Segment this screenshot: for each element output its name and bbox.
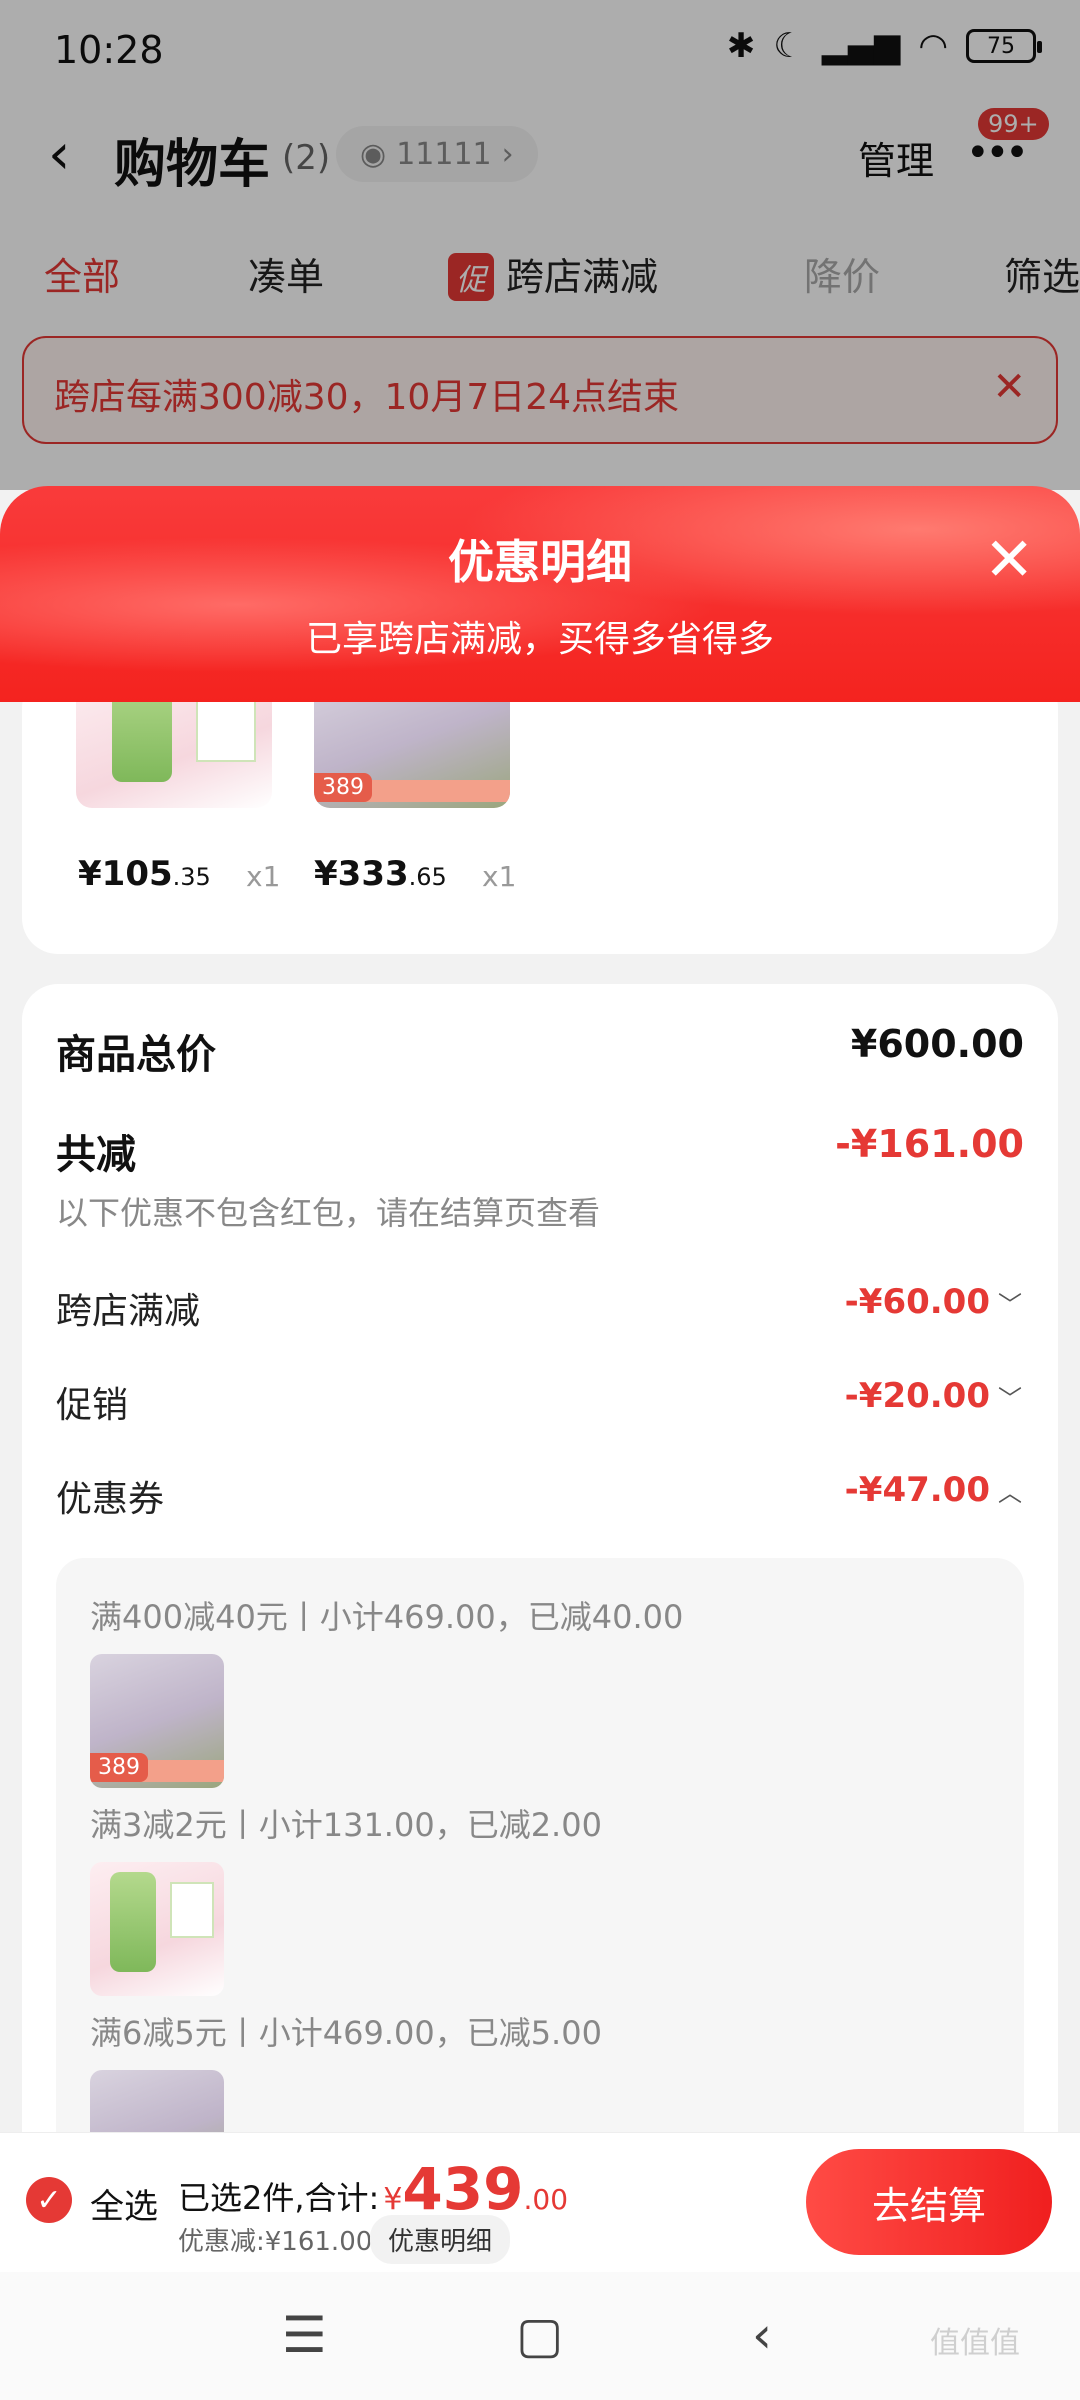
select-all-label[interactable]: 全选 (90, 2179, 158, 2228)
discount-text: 优惠减:¥161.00 (178, 2227, 373, 2257)
coupon-rule: 满6减5元丨小计469.00，已减5.00 (90, 2014, 602, 2052)
modal-overlay[interactable] (0, 0, 1080, 490)
discount-detail-button[interactable]: 优惠明细 (370, 2215, 511, 2264)
product-quantity: x1 (482, 860, 517, 893)
back-nav-icon[interactable]: ‹ (752, 2306, 772, 2364)
price-tag: 389 (314, 773, 372, 802)
promotion-value[interactable]: -¥20.00 ﹀ (845, 1376, 1022, 1416)
promotion-label: 促销 (56, 1385, 129, 1426)
chevron-down-icon: ﹀ (998, 1290, 1022, 1319)
coupon-product-image (90, 2070, 224, 2132)
coupon-breakdown: 满400减40元丨小计469.00，已减40.00 389 满3减2元丨小计13… (56, 1558, 1024, 2132)
coupon-value[interactable]: -¥47.00 ︿ (845, 1470, 1022, 1510)
reduce-value: -¥161.00 (835, 1122, 1024, 1166)
price-tag: 389 (90, 1753, 148, 1782)
coupon-amount: -¥47.00 (844, 1470, 990, 1510)
coupon-product-image (90, 1862, 224, 1996)
coupon-label: 优惠券 (56, 1479, 165, 1520)
watermark: 值值值 (930, 2326, 1020, 2361)
cross-store-amount: -¥60.00 (844, 1282, 990, 1322)
products-card: 389 ¥105.35 x1 ¥333.65 x1 (22, 702, 1058, 954)
reduce-note: 以下优惠不包含红包，请在结算页查看 (56, 1194, 601, 1232)
system-nav-bar: ☰ ▢ ‹ (0, 2272, 1080, 2400)
chevron-down-icon: ﹀ (998, 1384, 1022, 1413)
sheet-title: 优惠明细 (448, 535, 632, 589)
coupon-rule: 满400减40元丨小计469.00，已减40.00 (90, 1598, 684, 1636)
product-image-shoes: 389 (314, 702, 510, 808)
total-label: 商品总价 (56, 1032, 216, 1078)
product-price: ¥105.35 (78, 854, 211, 894)
total-decimals: .00 (523, 2183, 569, 2216)
total-line: 已选2件,合计: ¥ 439 .00 (178, 2155, 568, 2223)
sheet-subtitle: 已享跨店满减，买得多省得多 (305, 619, 774, 660)
total-amount: 439 (402, 2155, 524, 2223)
cross-store-label: 跨店满减 (56, 1291, 201, 1332)
close-icon[interactable]: ✕ (984, 530, 1034, 590)
select-all-checkbox[interactable]: ✓ (26, 2177, 72, 2223)
home-icon[interactable]: ▢ (516, 2306, 563, 2364)
selected-text: 已选2件,合计: (178, 2179, 380, 2217)
menu-icon[interactable]: ☰ (282, 2306, 327, 2364)
promotion-amount: -¥20.00 (844, 1376, 990, 1416)
coupon-rule: 满3减2元丨小计131.00，已减2.00 (90, 1806, 602, 1844)
checkout-button[interactable]: 去结算 (806, 2149, 1052, 2255)
discount-detail-card: 商品总价 ¥600.00 共减 -¥161.00 以下优惠不包含红包，请在结算页… (22, 984, 1058, 2132)
discount-sheet-header: 优惠明细 已享跨店满减，买得多省得多 ✕ (0, 486, 1080, 702)
cross-store-value[interactable]: -¥60.00 ﹀ (845, 1282, 1022, 1322)
total-value: ¥600.00 (850, 1022, 1024, 1066)
coupon-product-image: 389 (90, 1654, 224, 1788)
currency-symbol: ¥ (383, 2182, 403, 2217)
product-image-shampoo (76, 702, 272, 808)
product-quantity: x1 (246, 860, 281, 893)
product-price: ¥333.65 (314, 854, 447, 894)
reduce-label: 共减 (56, 1132, 136, 1178)
checkout-bar: ✓ 全选 已选2件,合计: ¥ 439 .00 优惠减:¥161.00 优惠明细… (0, 2132, 1080, 2272)
chevron-up-icon: ︿ (998, 1478, 1022, 1507)
discount-sheet-body: 389 ¥105.35 x1 ¥333.65 x1 商品总价 ¥600.00 共… (0, 702, 1080, 2132)
